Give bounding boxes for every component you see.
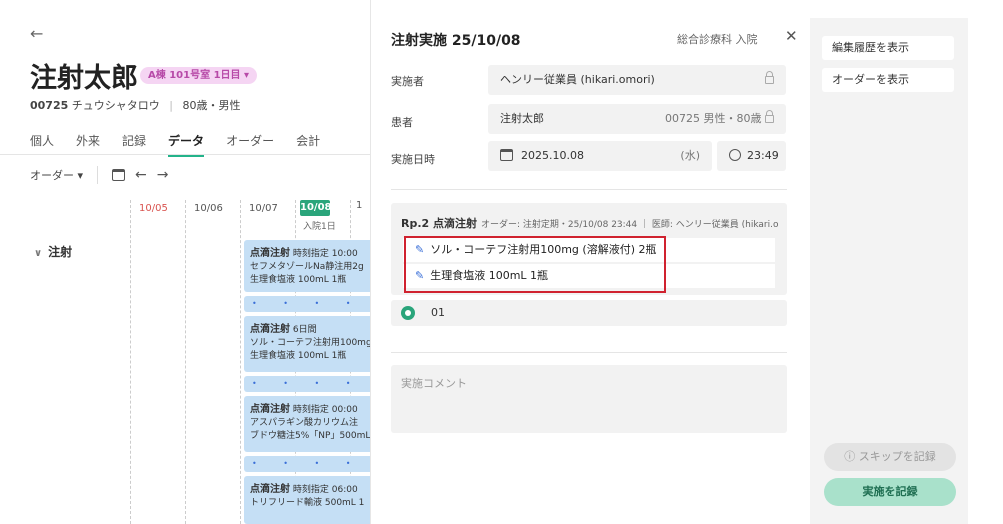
order-timing: 6日間 xyxy=(292,325,317,335)
show-order-button[interactable]: オーダーを表示 xyxy=(822,68,954,92)
patient-info-value: 00725 男性・80歳 xyxy=(665,104,774,134)
order-block[interactable]: 点滴注射 時刻指定 06:00 トリフリード輸液 500mL 1 xyxy=(244,476,370,524)
rp-title: Rp.2 点滴注射 xyxy=(401,217,478,230)
calendar-icon xyxy=(500,149,513,161)
date-column: 10/06 xyxy=(185,200,235,524)
today-date-badge[interactable]: 10/08 xyxy=(300,200,331,216)
order-drug: トリフリード輸液 500mL 1 xyxy=(250,498,365,508)
patient-id: 00725 xyxy=(30,99,69,112)
time-value: 23:49 xyxy=(747,149,779,162)
patient-chart-pane: ← 注射太郎 A棟 101号室 1日目 ▾ 00725 チュウシャタロウ | 8… xyxy=(0,0,370,524)
date-value: 2025.10.08 xyxy=(521,149,584,162)
time-field[interactable]: 23:49 xyxy=(717,141,786,171)
lock-icon xyxy=(765,65,774,95)
rp-meta: オーダー: 注射定期・25/10/08 23:44 ｜ 医師: ヘンリー従業員 … xyxy=(481,220,779,230)
close-icon[interactable]: ✕ xyxy=(785,27,798,45)
next-date-partial: 1 xyxy=(356,200,363,211)
patient-name: 注射太郎 xyxy=(30,63,138,94)
back-arrow-icon[interactable]: ← xyxy=(30,24,43,43)
order-drug: 生理食塩液 100mL 1瓶 xyxy=(250,351,347,361)
injection-record-dialog: 注射実施 25/10/08 総合診療科 入院 ✕ 実施者 ヘンリー従業員 (hi… xyxy=(370,0,810,524)
highlight-box xyxy=(404,236,666,293)
order-title: 点滴注射 xyxy=(250,324,290,335)
date-field[interactable]: 2025.10.08 (水) xyxy=(488,141,712,171)
patient-meta: 00725 チュウシャタロウ | 80歳・男性 xyxy=(30,97,241,113)
performer-field: ヘンリー従業員 (hikari.omori) xyxy=(488,65,786,95)
admission-day-label: 入院1日 xyxy=(303,222,336,232)
order-title: 点滴注射 xyxy=(250,484,290,495)
order-title: 点滴注射 xyxy=(250,248,290,259)
administration-dots[interactable]: • • • • • xyxy=(244,376,370,392)
order-drug: ブドウ糖注5%「NP」500mL xyxy=(250,431,370,441)
action-panel: 編集履歴を表示 オーダーを表示 ⓘ スキップを記録 実施を記録 xyxy=(810,18,968,524)
order-block[interactable]: 点滴注射 時刻指定 10:00 セフメタゾールNa静注用2g 生理食塩液 100… xyxy=(244,240,370,292)
prescription-header: Rp.2 点滴注射 オーダー: 注射定期・25/10/08 23:44 ｜ 医師:… xyxy=(401,215,783,231)
order-drug: ソル・コーテフ注射用100mg xyxy=(250,338,370,348)
section-label: 注射 xyxy=(48,245,73,259)
order-drug: 生理食塩液 100mL 1瓶 xyxy=(250,275,347,285)
order-block[interactable]: 点滴注射 6日間 ソル・コーテフ注射用100mg 生理食塩液 100mL 1瓶 xyxy=(244,316,370,372)
order-drug: セフメタゾールNa静注用2g xyxy=(250,262,364,272)
department-label: 総合診療科 入院 xyxy=(677,33,758,46)
administration-dots[interactable]: • • • • • xyxy=(244,296,370,312)
calendar-icon[interactable] xyxy=(112,169,126,181)
order-timing: 時刻指定 10:00 xyxy=(292,249,358,259)
chevron-down-icon: ∨ xyxy=(34,248,43,259)
lot-row[interactable]: 01 xyxy=(391,300,787,326)
radio-selected-icon[interactable] xyxy=(401,306,415,320)
date-column: 10/05 xyxy=(130,200,175,524)
order-drug: アスパラギン酸カリウム注 xyxy=(250,418,359,428)
next-arrow-icon[interactable]: → xyxy=(157,167,169,183)
performer-label: 実施者 xyxy=(391,75,424,88)
divider xyxy=(391,189,787,190)
record-skip-button[interactable]: ⓘ スキップを記録 xyxy=(824,443,956,471)
timeline-toolbar: オーダー ▾ ← → xyxy=(30,166,169,184)
weekday-value: (水) xyxy=(680,149,700,162)
comment-input[interactable]: 実施コメント xyxy=(391,365,787,433)
patient-field: 注射太郎 00725 男性・80歳 xyxy=(488,104,786,134)
performer-value: ヘンリー従業員 (hikari.omori) xyxy=(500,73,655,86)
patient-kana: チュウシャタロウ xyxy=(71,99,160,112)
lot-value: 01 xyxy=(431,306,445,319)
administration-dots[interactable]: • • • • • xyxy=(244,456,370,472)
record-execution-button[interactable]: 実施を記録 xyxy=(824,478,956,506)
ward-badge[interactable]: A棟 101号室 1日目 ▾ xyxy=(140,67,258,84)
patient-label: 患者 xyxy=(391,116,413,129)
toolbar-divider xyxy=(97,166,99,184)
order-timing: 時刻指定 00:00 xyxy=(292,405,358,415)
meta-separator: | xyxy=(169,99,173,112)
datetime-label: 実施日時 xyxy=(391,153,435,166)
dialog-title: 注射実施 25/10/08 xyxy=(391,33,521,49)
order-block[interactable]: 点滴注射 時刻指定 00:00 アスパラギン酸カリウム注 ブドウ糖注5%「NP」… xyxy=(244,396,370,452)
divider xyxy=(391,352,787,353)
show-history-button[interactable]: 編集履歴を表示 xyxy=(822,36,954,60)
clock-icon xyxy=(729,149,741,161)
patient-age-sex: 80歳・男性 xyxy=(182,99,241,112)
patient-name-value: 注射太郎 xyxy=(500,112,544,125)
order-timing: 時刻指定 06:00 xyxy=(292,485,358,495)
lock-icon xyxy=(765,110,774,123)
tab-divider xyxy=(0,154,370,155)
injection-section-header[interactable]: ∨ 注射 xyxy=(34,243,72,260)
prev-arrow-icon[interactable]: ← xyxy=(135,167,147,183)
order-filter-dropdown[interactable]: オーダー ▾ xyxy=(30,167,83,183)
order-title: 点滴注射 xyxy=(250,404,290,415)
